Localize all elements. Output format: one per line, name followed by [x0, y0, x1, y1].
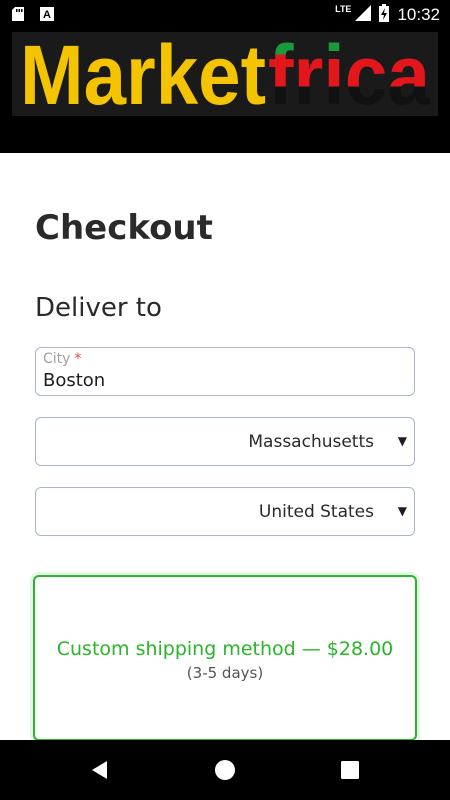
section-heading-deliver-to: Deliver to [35, 293, 162, 323]
city-field[interactable]: City * Boston [35, 347, 415, 396]
status-bar: A LTE 10:32 [0, 0, 450, 30]
shipping-method-option[interactable]: Custom shipping method — $28.00 (3-5 day… [33, 575, 417, 741]
state-select[interactable]: Massachusetts ▼ [35, 417, 415, 466]
system-nav-bar [0, 740, 450, 800]
network-type: LTE [335, 4, 352, 14]
checkout-page: Checkout Deliver to City * Boston Massach… [0, 153, 450, 741]
clock: 10:32 [397, 5, 440, 24]
home-button[interactable] [213, 758, 237, 782]
back-triangle-icon [92, 761, 107, 779]
required-marker: * [74, 351, 82, 367]
text-a-icon: A [40, 6, 54, 25]
city-input-value[interactable]: Boston [43, 370, 105, 391]
recent-square-icon [341, 761, 359, 779]
svg-text:A: A [43, 9, 51, 21]
signal-icon [355, 5, 372, 25]
back-button[interactable] [88, 758, 112, 782]
shipping-method-title: Custom shipping method — $28.00 [56, 638, 394, 660]
recent-apps-button[interactable] [338, 758, 362, 782]
logo-text-frica: frica [268, 32, 431, 116]
page-title: Checkout [35, 208, 213, 248]
logo-text-market: Market [20, 32, 266, 116]
shipping-method-duration: (3-5 days) [186, 664, 264, 682]
city-label: City * [43, 351, 82, 367]
battery-charging-icon [379, 4, 390, 26]
country-select-value: United States [258, 501, 374, 522]
logo[interactable]: Market frica [12, 32, 438, 116]
app-header: Market frica [0, 30, 450, 153]
dropdown-arrow-icon: ▼ [397, 504, 407, 518]
sd-card-icon [12, 6, 24, 25]
country-select[interactable]: United States ▼ [35, 487, 415, 536]
state-select-value: Massachusetts [248, 431, 374, 452]
dropdown-arrow-icon: ▼ [397, 434, 407, 448]
home-circle-icon [215, 760, 235, 780]
